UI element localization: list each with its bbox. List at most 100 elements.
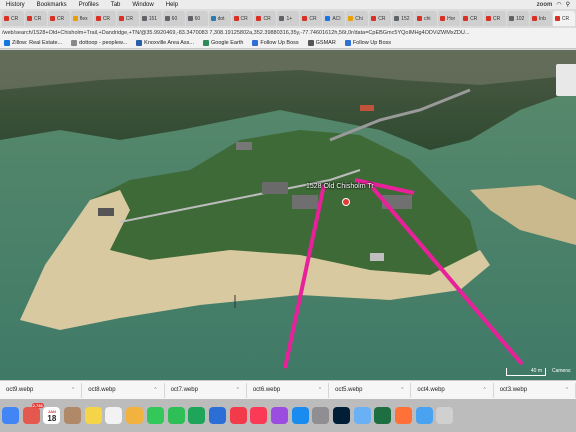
preview-icon[interactable]	[353, 407, 371, 424]
download-item[interactable]: oct9.webp ⌃	[0, 382, 83, 398]
browser-tab[interactable]: CR	[24, 11, 47, 26]
tab-label: 60	[194, 15, 201, 22]
map-controls[interactable]	[556, 64, 576, 96]
chevron-up-icon[interactable]: ⌃	[565, 387, 569, 393]
appstore-icon[interactable]	[291, 407, 309, 424]
bookmark-favicon-icon	[252, 40, 259, 46]
browser-tab[interactable]: CR	[2, 11, 24, 26]
browser-tab[interactable]: Inb	[529, 11, 552, 26]
google-earth-3d-view[interactable]: 1528 Old Chisholm Tr 40 m Camera:	[0, 50, 576, 380]
music-icon[interactable]	[250, 407, 268, 424]
wifi-icon[interactable]: ◠	[556, 1, 561, 8]
tab-favicon-icon	[233, 16, 239, 21]
browser-tab[interactable]: CR	[552, 11, 575, 26]
browser-tab[interactable]: Hor	[438, 11, 461, 26]
browser-tab[interactable]: CR	[461, 11, 484, 26]
tab-favicon-icon	[4, 16, 9, 21]
news-icon[interactable]	[229, 407, 247, 424]
download-filename: oct4.webp	[417, 387, 445, 393]
browser-tab[interactable]: CR	[47, 11, 70, 26]
tab-favicon-icon	[164, 16, 170, 21]
reminders-icon[interactable]	[105, 407, 123, 424]
browser-tab[interactable]: CR	[484, 11, 506, 26]
browser-tab[interactable]: CR	[231, 11, 254, 26]
settings-icon[interactable]	[312, 407, 330, 424]
bookmark-item[interactable]: dottoop - peoplew...	[71, 40, 127, 46]
menu-help[interactable]: Help	[166, 2, 178, 8]
keynote-icon[interactable]	[208, 407, 226, 424]
download-item[interactable]: oct5.webp ⌃	[329, 382, 412, 398]
tab-favicon-icon	[141, 16, 147, 21]
bookmark-item[interactable]: Google Earth	[203, 40, 243, 46]
facetime-icon[interactable]	[167, 407, 185, 424]
bookmark-item[interactable]: Zillow: Real Estate...	[4, 40, 62, 46]
bookmark-favicon-icon	[71, 40, 78, 46]
menu-window[interactable]: Window	[132, 2, 153, 8]
search-icon[interactable]: ⚲	[566, 1, 570, 8]
menu-tab[interactable]: Tab	[111, 2, 121, 8]
download-item[interactable]: oct6.webp ⌃	[247, 382, 330, 398]
browser-tab[interactable]: 102	[506, 11, 529, 26]
bookmark-item[interactable]: Knoxville Area Ass...	[136, 40, 194, 46]
chevron-up-icon[interactable]: ⌃	[318, 387, 322, 393]
browser-tab[interactable]: CR	[93, 11, 116, 26]
bookmark-item[interactable]: Follow Up Boss	[344, 40, 391, 46]
browser-tab[interactable]: 152	[392, 11, 415, 26]
menu-profiles[interactable]: Profiles	[79, 2, 99, 8]
download-filename: oct3.webp	[499, 387, 528, 393]
photos2-icon[interactable]	[126, 407, 144, 424]
photoshop-icon[interactable]	[333, 407, 350, 424]
bookmark-favicon-icon	[307, 40, 314, 46]
browser-tab[interactable]: ACI	[323, 11, 346, 26]
firefox-icon[interactable]	[395, 407, 413, 424]
chrome-icon[interactable]	[2, 407, 19, 424]
place-label[interactable]: 1528 Old Chisholm Tr	[306, 183, 374, 190]
download-item[interactable]: oct3.webp ⌃	[494, 382, 576, 398]
tab-favicon-icon	[210, 16, 216, 21]
chevron-up-icon[interactable]: ⌃	[153, 387, 157, 393]
contacts-icon[interactable]	[64, 407, 82, 424]
download-item[interactable]: oct4.webp ⌃	[411, 382, 494, 398]
browser-tab[interactable]: 1+	[277, 11, 300, 26]
browser-tab[interactable]: 151	[139, 11, 162, 26]
browser-tab[interactable]: dot	[208, 11, 231, 26]
messages-icon[interactable]	[146, 407, 164, 424]
tab-favicon-icon	[531, 16, 537, 21]
browser-tab[interactable]: CR	[300, 11, 323, 26]
download-filename: oct9.webp	[6, 387, 34, 393]
trash-icon[interactable]	[436, 407, 454, 424]
menu-history[interactable]: History	[6, 2, 25, 8]
browser-tab[interactable]: CR	[369, 11, 392, 26]
tab-label: 1+	[286, 15, 293, 22]
location-pin-icon[interactable]	[342, 198, 350, 206]
chevron-up-icon[interactable]: ⌃	[236, 387, 240, 393]
calendar-icon[interactable]: JAN 18	[43, 407, 61, 424]
url-field[interactable]: /web/search/1528+Old+Chisholm+Trail,+Dan…	[2, 29, 562, 37]
numbers-icon[interactable]	[188, 407, 206, 424]
menu-bookmarks[interactable]: Bookmarks	[37, 2, 67, 8]
bookmark-item[interactable]: Follow Up Boss	[252, 40, 299, 46]
notes-icon[interactable]	[84, 407, 102, 424]
browser-tab[interactable]: 60	[185, 11, 208, 26]
browser-tab[interactable]: CR	[254, 11, 277, 26]
browser-tab[interactable]: CR	[116, 11, 139, 26]
browser-tab[interactable]: chi	[415, 11, 438, 26]
excel-icon[interactable]	[374, 407, 392, 424]
chevron-up-icon[interactable]: ⌃	[400, 387, 404, 393]
browser-tab[interactable]: Chi	[346, 11, 369, 26]
chevron-up-icon[interactable]: ⌃	[71, 387, 75, 393]
download-item[interactable]: oct7.webp ⌃	[165, 382, 247, 398]
browser-tab[interactable]: 60	[162, 11, 185, 26]
bookmarks-bar: Zillow: Real Estate... dottoop - peoplew.…	[0, 38, 576, 49]
bookmark-label: GSMAR	[315, 40, 336, 46]
zoom-status[interactable]: zoom	[537, 2, 553, 8]
chevron-up-icon[interactable]: ⌃	[482, 387, 486, 393]
browser-tab[interactable]: flex	[70, 11, 93, 26]
finder-icon[interactable]	[415, 407, 433, 424]
tab-label: CR	[11, 15, 19, 22]
bookmark-item[interactable]: GSMAR	[307, 40, 336, 46]
tab-label: CR	[561, 15, 570, 22]
download-item[interactable]: oct8.webp ⌃	[82, 382, 165, 398]
podcasts-icon[interactable]	[270, 407, 288, 424]
photos-icon[interactable]: 2,736	[22, 403, 44, 424]
